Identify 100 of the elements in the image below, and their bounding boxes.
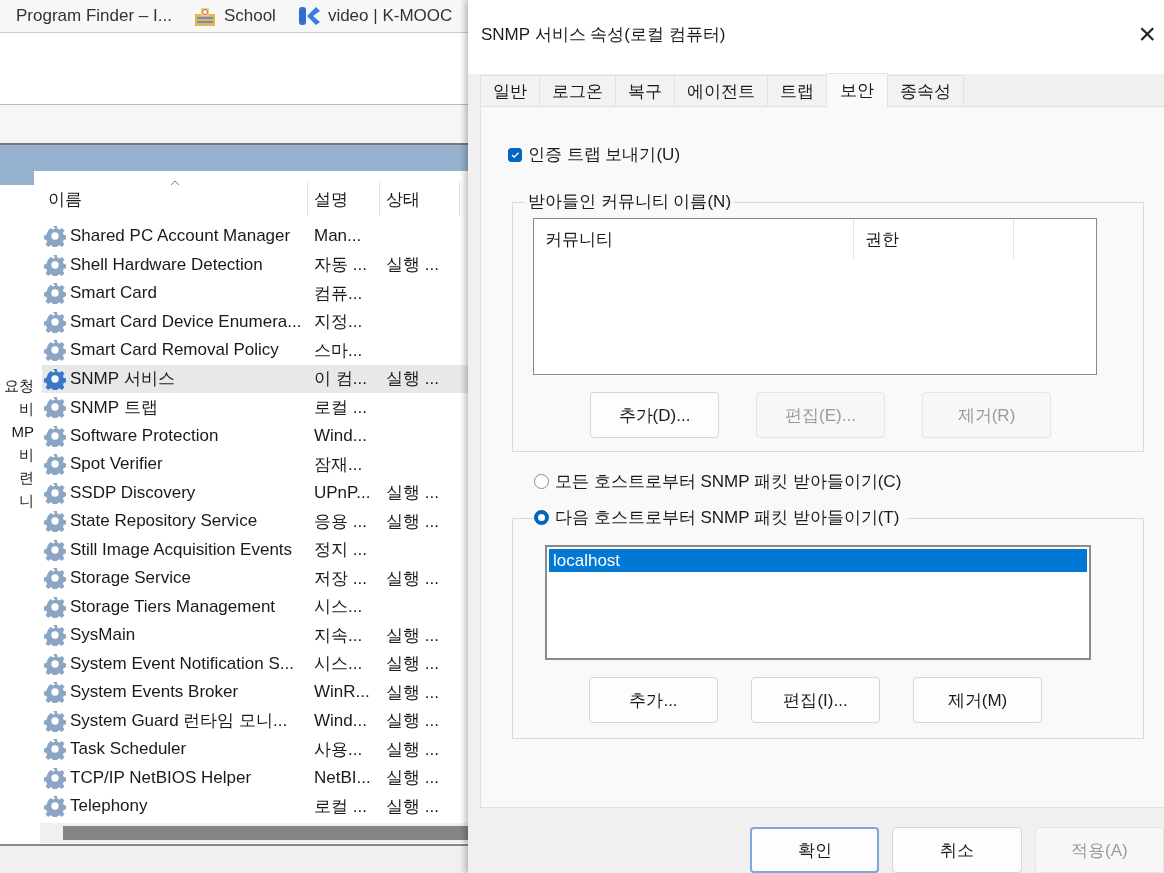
gear-icon bbox=[44, 424, 66, 447]
service-row[interactable]: State Repository Service 응용 ... 실행 ... bbox=[42, 507, 468, 536]
window-title: SNMP 서비스 속성(로컬 컴퓨터) bbox=[481, 23, 726, 46]
dialog-button[interactable]: 편집(I)... bbox=[751, 677, 880, 724]
service-name: Storage Service bbox=[70, 568, 191, 589]
cut-off-text: 비 bbox=[19, 399, 34, 419]
service-name: Still Image Acquisition Events bbox=[70, 539, 293, 560]
service-description: 로컬 ... bbox=[314, 396, 367, 419]
service-description: Man... bbox=[314, 226, 362, 247]
gear-icon bbox=[44, 624, 66, 647]
gear-icon bbox=[44, 253, 66, 276]
service-description: 이 컴... bbox=[314, 368, 367, 391]
service-name: TCP/IP NetBIOS Helper bbox=[70, 767, 252, 788]
service-row[interactable]: SSDP Discovery UPnP... 실행 ... bbox=[42, 478, 468, 507]
column-header[interactable]: 권한 bbox=[854, 219, 1014, 260]
service-description: 스마... bbox=[314, 339, 363, 362]
service-name: Smart Card bbox=[70, 283, 157, 304]
dialog-button[interactable]: 추가... bbox=[589, 677, 718, 724]
tab[interactable]: 보안 bbox=[826, 73, 888, 108]
bookmark-link[interactable]: School bbox=[193, 6, 276, 26]
service-name: SNMP 트랩 bbox=[70, 396, 158, 419]
bookmark-link[interactable]: Program Finder – I... bbox=[16, 6, 172, 26]
service-status: 실행 ... bbox=[386, 767, 439, 790]
gear-icon bbox=[44, 766, 66, 789]
checkbox[interactable] bbox=[508, 147, 522, 162]
dialog-button[interactable]: 제거(M) bbox=[913, 677, 1042, 724]
service-row[interactable]: SysMain 지속... 실행 ... bbox=[42, 621, 468, 650]
bookmark-link[interactable]: video | K-MOOC bbox=[297, 6, 453, 26]
service-row[interactable]: System Guard 런타임 모니... Wind... 실행 ... bbox=[42, 706, 468, 735]
k-logo-icon bbox=[297, 6, 320, 26]
column-header[interactable]: 상태 bbox=[380, 182, 460, 216]
service-row[interactable]: Smart Card 컴퓨... bbox=[42, 279, 468, 308]
service-description: Wind... bbox=[314, 710, 367, 731]
service-description: 자동 ... bbox=[314, 254, 367, 277]
service-status: 실행 ... bbox=[386, 710, 439, 733]
service-description: 사용... bbox=[314, 738, 363, 761]
service-row[interactable]: SNMP 트랩 로컬 ... bbox=[42, 393, 468, 422]
tab[interactable]: 종속성 bbox=[887, 75, 964, 107]
cut-off-text: 요청 bbox=[4, 376, 34, 396]
service-row[interactable]: Spot Verifier 잠재... bbox=[42, 450, 468, 479]
service-status: 실행 ... bbox=[386, 482, 439, 505]
service-status: 실행 ... bbox=[386, 738, 439, 761]
service-name: System Guard 런타임 모니... bbox=[70, 710, 288, 733]
service-description: UPnP... bbox=[314, 482, 371, 503]
radio-button[interactable] bbox=[534, 510, 549, 526]
host-list[interactable]: localhost bbox=[545, 545, 1091, 661]
service-row[interactable]: Shell Hardware Detection 자동 ... 실행 ... bbox=[42, 250, 468, 279]
gear-icon bbox=[44, 282, 66, 305]
service-description: 지속... bbox=[314, 624, 363, 647]
service-row[interactable]: SNMP 서비스 이 컴... 실행 ... bbox=[42, 364, 468, 393]
service-name: SSDP Discovery bbox=[70, 482, 196, 503]
gear-icon bbox=[44, 795, 66, 818]
service-name: Shell Hardware Detection bbox=[70, 254, 263, 275]
service-status: 실행 ... bbox=[386, 653, 439, 676]
gear-icon bbox=[44, 396, 66, 419]
service-description: 응용 ... bbox=[314, 510, 367, 533]
service-row[interactable]: Telephony 로컬 ... 실행 ... bbox=[42, 792, 468, 821]
service-name: Spot Verifier bbox=[70, 454, 163, 475]
service-status: 실행 ... bbox=[386, 567, 439, 590]
radio-button[interactable] bbox=[534, 474, 549, 490]
service-row[interactable]: Task Scheduler 사용... 실행 ... bbox=[42, 735, 468, 764]
service-description: Wind... bbox=[314, 425, 367, 446]
service-row[interactable]: Software Protection Wind... bbox=[42, 421, 468, 450]
gear-icon bbox=[44, 681, 66, 704]
host-list-item[interactable]: localhost bbox=[549, 549, 1087, 573]
cut-off-text: 니 bbox=[19, 491, 34, 511]
dialog-button[interactable]: 추가(D)... bbox=[590, 392, 719, 439]
radio-label: 다음 호스트로부터 SNMP 패킷 받아들이기(T) bbox=[555, 507, 900, 530]
community-list[interactable]: 커뮤니티 권한 bbox=[533, 218, 1097, 376]
dialog-button[interactable]: 취소 bbox=[892, 827, 1022, 873]
service-row[interactable]: Storage Service 저장 ... 실행 ... bbox=[42, 564, 468, 593]
service-row[interactable]: Storage Tiers Management 시스... bbox=[42, 592, 468, 621]
gear-icon bbox=[44, 310, 66, 333]
gear-icon bbox=[44, 339, 66, 362]
service-description: 저장 ... bbox=[314, 567, 367, 590]
service-name: Shared PC Account Manager bbox=[70, 226, 291, 247]
cut-off-text: MP bbox=[11, 422, 34, 442]
service-row[interactable]: Shared PC Account Manager Man... bbox=[42, 222, 468, 251]
gear-icon bbox=[44, 538, 66, 561]
service-name: Software Protection bbox=[70, 425, 219, 446]
gear-icon bbox=[44, 709, 66, 732]
service-status: 실행 ... bbox=[386, 624, 439, 647]
service-row[interactable]: Smart Card Removal Policy 스마... bbox=[42, 336, 468, 365]
tab[interactable]: 일반 bbox=[480, 75, 540, 107]
service-row[interactable]: Smart Card Device Enumera... 지정... bbox=[42, 307, 468, 336]
service-description: 로컬 ... bbox=[314, 795, 367, 818]
gear-icon bbox=[44, 738, 66, 761]
service-name: Task Scheduler bbox=[70, 739, 187, 760]
service-row[interactable]: TCP/IP NetBIOS Helper NetBI... 실행 ... bbox=[42, 763, 468, 792]
service-row[interactable]: System Event Notification S... 시스... 실행 ... bbox=[42, 649, 468, 678]
gear-icon bbox=[44, 510, 66, 533]
column-header[interactable]: 설명 bbox=[308, 182, 380, 216]
service-row[interactable]: System Events Broker WinR... 실행 ... bbox=[42, 678, 468, 707]
service-description: 시스... bbox=[314, 596, 363, 619]
column-header[interactable]: 커뮤니티 bbox=[534, 219, 854, 260]
dialog-button[interactable]: 확인 bbox=[750, 827, 880, 873]
service-row[interactable]: Still Image Acquisition Events 정지 ... bbox=[42, 535, 468, 564]
column-header[interactable]: 이름 bbox=[42, 182, 308, 216]
close-button[interactable]: × bbox=[1130, 19, 1164, 50]
scrollbar-thumb[interactable] bbox=[63, 825, 468, 840]
